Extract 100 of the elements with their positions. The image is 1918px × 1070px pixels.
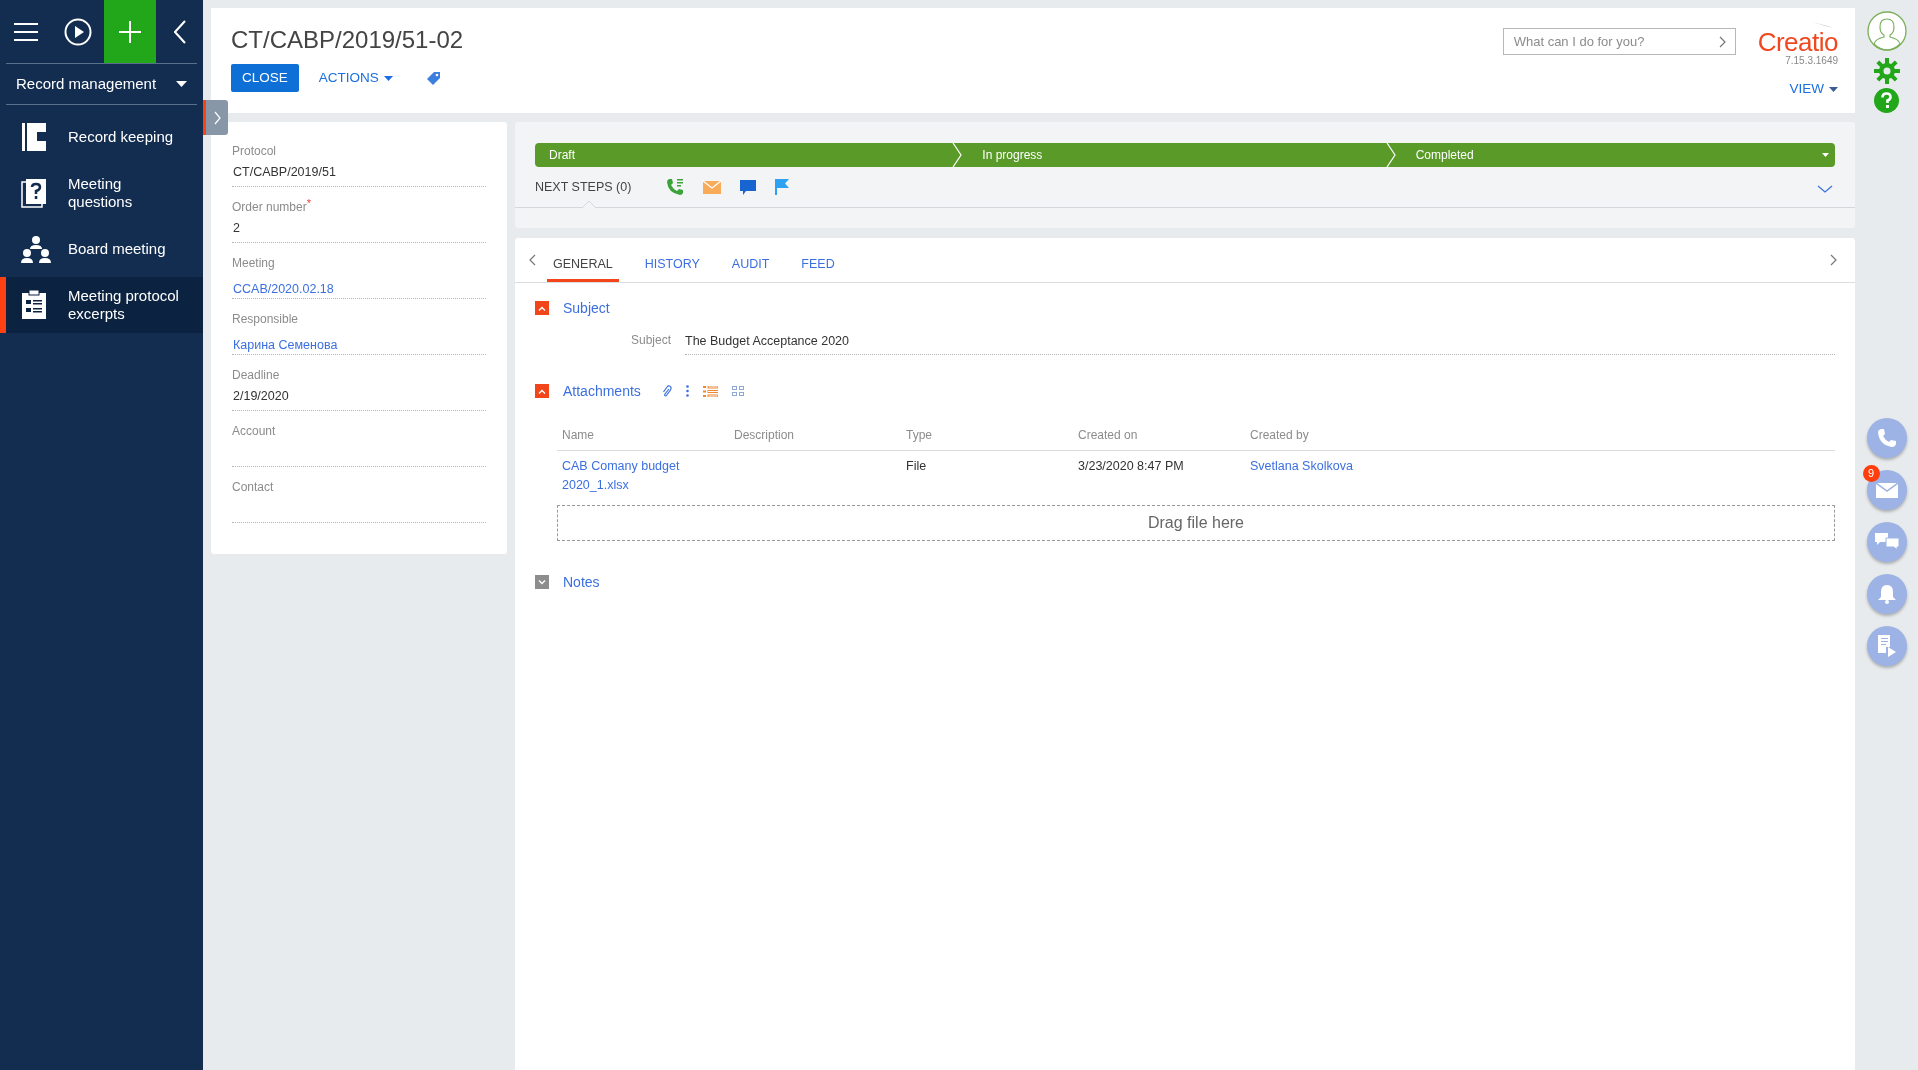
envelope-icon: [1875, 482, 1898, 498]
flag-icon[interactable]: [775, 179, 790, 195]
people-icon: [21, 235, 51, 263]
table-cell: 3/23/2020 8:47 PM: [1078, 459, 1184, 473]
stage-separator-icon: [1385, 143, 1396, 167]
column-header[interactable]: Created by: [1250, 428, 1309, 442]
email-panel-button[interactable]: [1866, 470, 1907, 510]
user-avatar-icon[interactable]: [1866, 11, 1907, 51]
field-label: Contact: [232, 479, 274, 496]
field-link[interactable]: Карина Семенова: [233, 338, 338, 352]
clipboard-icon: [21, 290, 47, 320]
field-label: Protocol: [232, 143, 277, 160]
version-label: 7.15.3.1649: [1785, 55, 1838, 67]
section-title[interactable]: Notes: [563, 571, 600, 593]
list-view-icon[interactable]: [702, 385, 718, 397]
field-label: Responsible: [232, 311, 299, 328]
stage-step[interactable]: Completed: [1401, 143, 1835, 167]
stage-step[interactable]: In progress: [968, 143, 1402, 167]
chevron-down-icon[interactable]: [1817, 185, 1833, 193]
phone-icon: [1876, 428, 1897, 448]
field-label: Deadline: [232, 367, 280, 384]
sidebar-item[interactable]: Record keeping: [0, 109, 203, 165]
grid-view-icon[interactable]: [731, 386, 744, 396]
field-input[interactable]: 2: [232, 220, 486, 243]
collapse-toggle[interactable]: [535, 301, 549, 315]
workplace-dropdown[interactable]: Record management: [0, 64, 203, 104]
caret-icon: [1829, 86, 1838, 92]
field-input[interactable]: CT/CABP/2019/51: [232, 164, 486, 187]
required-mark: *: [306, 198, 311, 208]
column-header[interactable]: Name: [562, 428, 594, 442]
bell-panel-button[interactable]: [1866, 574, 1907, 614]
question-document-icon: [21, 178, 47, 208]
play-icon: [64, 17, 92, 46]
section-title[interactable]: Subject: [563, 297, 610, 319]
feed-panel-button[interactable]: [1866, 626, 1907, 666]
sidebar-label: Meeting protocol excerpts: [68, 287, 180, 323]
field-link[interactable]: CCAB/2020.02.18: [233, 282, 334, 296]
chevron-left-icon: [173, 19, 186, 44]
field-label: Order number: [232, 200, 307, 216]
field-value: 2/19/2020: [233, 388, 290, 404]
chevron-left-icon[interactable]: [529, 254, 536, 266]
user-link[interactable]: Svetlana Skolkova: [1250, 459, 1353, 473]
sidebar-label: Board meeting: [68, 240, 167, 258]
column-header[interactable]: Description: [734, 428, 795, 442]
close-button[interactable]: CLOSE: [231, 64, 299, 92]
field-value: 2: [233, 220, 241, 236]
tag-icon: [426, 71, 441, 85]
sidebar-label: Meeting questions: [68, 175, 134, 211]
phone-panel-button[interactable]: [1866, 418, 1907, 458]
field-label: Meeting: [232, 255, 275, 272]
section-title[interactable]: Attachments: [563, 380, 641, 402]
email-icon[interactable]: [703, 180, 722, 194]
field-value: CT/CABP/2019/51: [233, 164, 337, 180]
feed-document-icon: [1877, 635, 1896, 657]
caret-down-icon: [538, 579, 546, 585]
chat-icon[interactable]: [740, 179, 757, 195]
column-header[interactable]: Type: [906, 428, 932, 442]
more-options-icon[interactable]: [685, 385, 689, 397]
book-icon: [21, 122, 47, 152]
view-menu-button[interactable]: VIEW: [1789, 79, 1838, 100]
plus-icon: [119, 20, 141, 43]
sidebar-label: Record keeping: [68, 128, 175, 146]
caret-icon: [176, 81, 187, 87]
actions-menu-button[interactable]: ACTIONS: [314, 64, 397, 92]
chevron-right-icon[interactable]: [1830, 254, 1837, 266]
help-icon[interactable]: [1874, 88, 1899, 113]
field-input[interactable]: 2/19/2020: [232, 388, 486, 411]
next-steps-tab[interactable]: NEXT STEPS (0): [535, 177, 632, 197]
phone-call-icon[interactable]: [666, 178, 685, 196]
sidebar-item[interactable]: Meeting protocol excerpts: [0, 277, 203, 333]
caret-up-icon: [538, 305, 546, 311]
file-link[interactable]: CAB Comany budget 2020_1.xlsx: [562, 457, 692, 495]
caret-icon: [1822, 153, 1829, 157]
caret-icon: [383, 75, 393, 81]
stage-step[interactable]: Draft: [535, 143, 969, 167]
chevron-right-icon: [213, 110, 221, 125]
paperclip-icon[interactable]: [661, 384, 672, 398]
tab[interactable]: HISTORY: [638, 250, 706, 282]
column-header[interactable]: Created on: [1078, 428, 1138, 442]
tab[interactable]: FEED: [795, 250, 841, 282]
expand-toggle[interactable]: [535, 575, 549, 589]
table-cell: File: [906, 459, 927, 473]
bell-icon: [1877, 584, 1896, 604]
tab[interactable]: GENERAL: [547, 250, 619, 282]
drop-zone[interactable]: Drag file here: [557, 505, 1835, 541]
tab[interactable]: AUDIT: [725, 250, 776, 282]
search-field[interactable]: What can I do for you?: [1502, 28, 1736, 55]
expand-panel-button[interactable]: [203, 100, 228, 135]
field-label: Account: [232, 423, 276, 440]
subject-field[interactable]: The Budget Acceptance 2020: [685, 331, 1835, 355]
field-input[interactable]: CCAB/2020.02.18: [232, 276, 486, 299]
caret-up-icon: [538, 388, 546, 394]
field-input[interactable]: Карина Семенова: [232, 332, 486, 355]
sidebar-item[interactable]: Board meeting: [0, 221, 203, 277]
page-title: CT/CABP/2019/51-02: [231, 25, 464, 55]
chevron-right-icon[interactable]: [1718, 36, 1726, 48]
sidebar-item[interactable]: Meeting questions: [0, 165, 203, 221]
collapse-toggle[interactable]: [535, 384, 549, 398]
chat-panel-button[interactable]: [1866, 522, 1907, 562]
field-label: Subject: [629, 332, 672, 349]
